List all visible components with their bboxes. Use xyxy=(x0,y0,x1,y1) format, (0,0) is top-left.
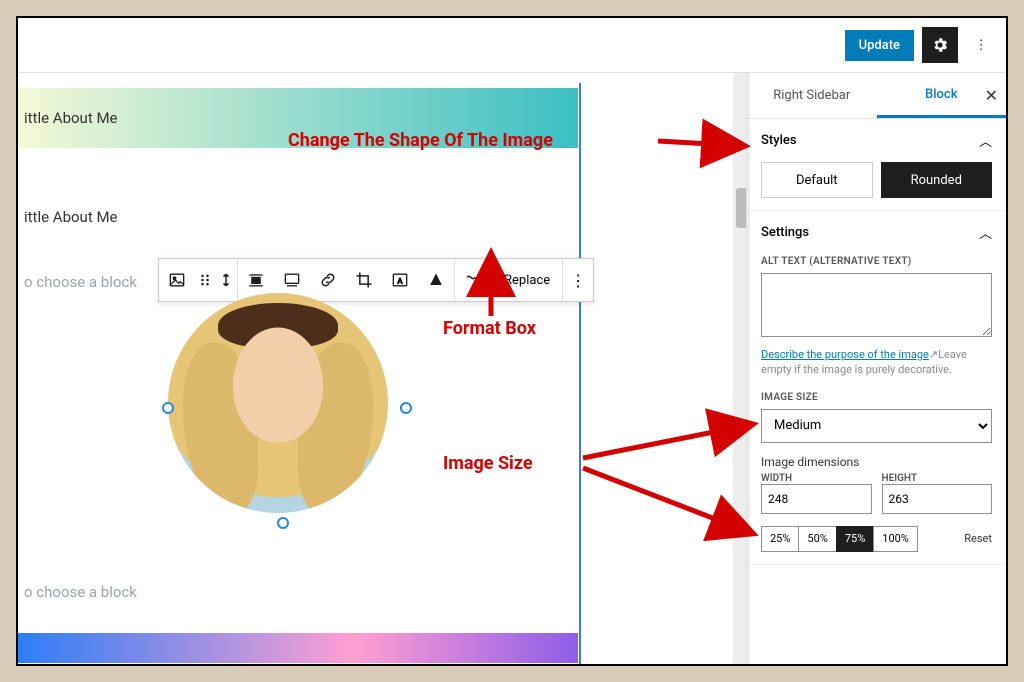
reset-button[interactable]: Reset xyxy=(964,532,992,545)
styles-heading: Styles xyxy=(761,133,797,148)
toolbar-more-button[interactable]: ⋮ xyxy=(563,259,593,301)
alt-text-help: Describe the purpose of the image↗Leave … xyxy=(761,347,992,378)
editor-canvas: ittle About Me ittle About Me o choose a… xyxy=(18,73,733,664)
chevron-up-icon: ︿ xyxy=(979,223,992,242)
height-label: HEIGHT xyxy=(882,473,993,484)
duotone-icon[interactable] xyxy=(418,259,454,301)
heading-gradient: ittle About Me xyxy=(18,88,578,148)
separator-gradient xyxy=(18,633,578,663)
style-default-button[interactable]: Default xyxy=(761,162,873,198)
dimensions-label: Image dimensions xyxy=(761,455,992,469)
settings-gear-button[interactable] xyxy=(922,27,958,63)
heading-text-2: ittle About Me xyxy=(24,208,118,226)
percent-buttons: 25% 50% 75% 100% Reset xyxy=(761,526,992,552)
block-placeholder-2[interactable]: o choose a block xyxy=(24,583,137,601)
block-separator-line xyxy=(579,83,581,664)
sidebar-tabs: Right Sidebar Block ✕ xyxy=(747,73,1006,119)
style-rounded-button[interactable]: Rounded xyxy=(881,162,993,198)
pct-75-button[interactable]: 75% xyxy=(836,526,874,552)
settings-sidebar: Right Sidebar Block ✕ Styles ︿ Default R… xyxy=(746,73,1006,664)
styles-panel-toggle[interactable]: Styles ︿ xyxy=(761,131,992,150)
image-size-label: IMAGE SIZE xyxy=(761,392,992,403)
alt-text-label: ALT TEXT (ALTERNATIVE TEXT) xyxy=(761,256,992,267)
resize-handle-left[interactable] xyxy=(162,402,174,414)
svg-text:A: A xyxy=(398,276,403,285)
settings-panel-toggle[interactable]: Settings ︿ xyxy=(761,223,992,242)
apply-style-icon[interactable] xyxy=(455,259,491,301)
pct-100-button[interactable]: 100% xyxy=(873,526,918,552)
width-input[interactable] xyxy=(761,484,872,514)
image-size-select[interactable]: Medium xyxy=(761,409,992,443)
width-label: WIDTH xyxy=(761,473,872,484)
topbar-more-button[interactable]: ⋮ xyxy=(966,27,996,63)
replace-button[interactable]: Replace xyxy=(492,259,562,301)
settings-heading: Settings xyxy=(761,225,809,240)
block-placeholder-1[interactable]: o choose a block xyxy=(24,273,137,291)
resize-handle-right[interactable] xyxy=(400,402,412,414)
alt-text-input[interactable] xyxy=(761,273,992,337)
pct-25-button[interactable]: 25% xyxy=(761,526,799,552)
height-input[interactable] xyxy=(882,484,993,514)
pct-50-button[interactable]: 50% xyxy=(798,526,836,552)
update-button[interactable]: Update xyxy=(845,30,914,61)
chevron-up-icon: ︿ xyxy=(979,131,992,150)
tab-right-sidebar[interactable]: Right Sidebar xyxy=(747,73,877,118)
selected-image-block[interactable] xyxy=(168,293,398,523)
alt-help-link[interactable]: Describe the purpose of the image xyxy=(761,348,929,361)
rounded-image xyxy=(168,293,388,513)
resize-handle-bottom[interactable] xyxy=(277,517,289,529)
heading-text-1: ittle About Me xyxy=(24,109,118,127)
editor-topbar: Update ⋮ xyxy=(18,18,1006,73)
close-sidebar-icon[interactable]: ✕ xyxy=(985,86,998,105)
